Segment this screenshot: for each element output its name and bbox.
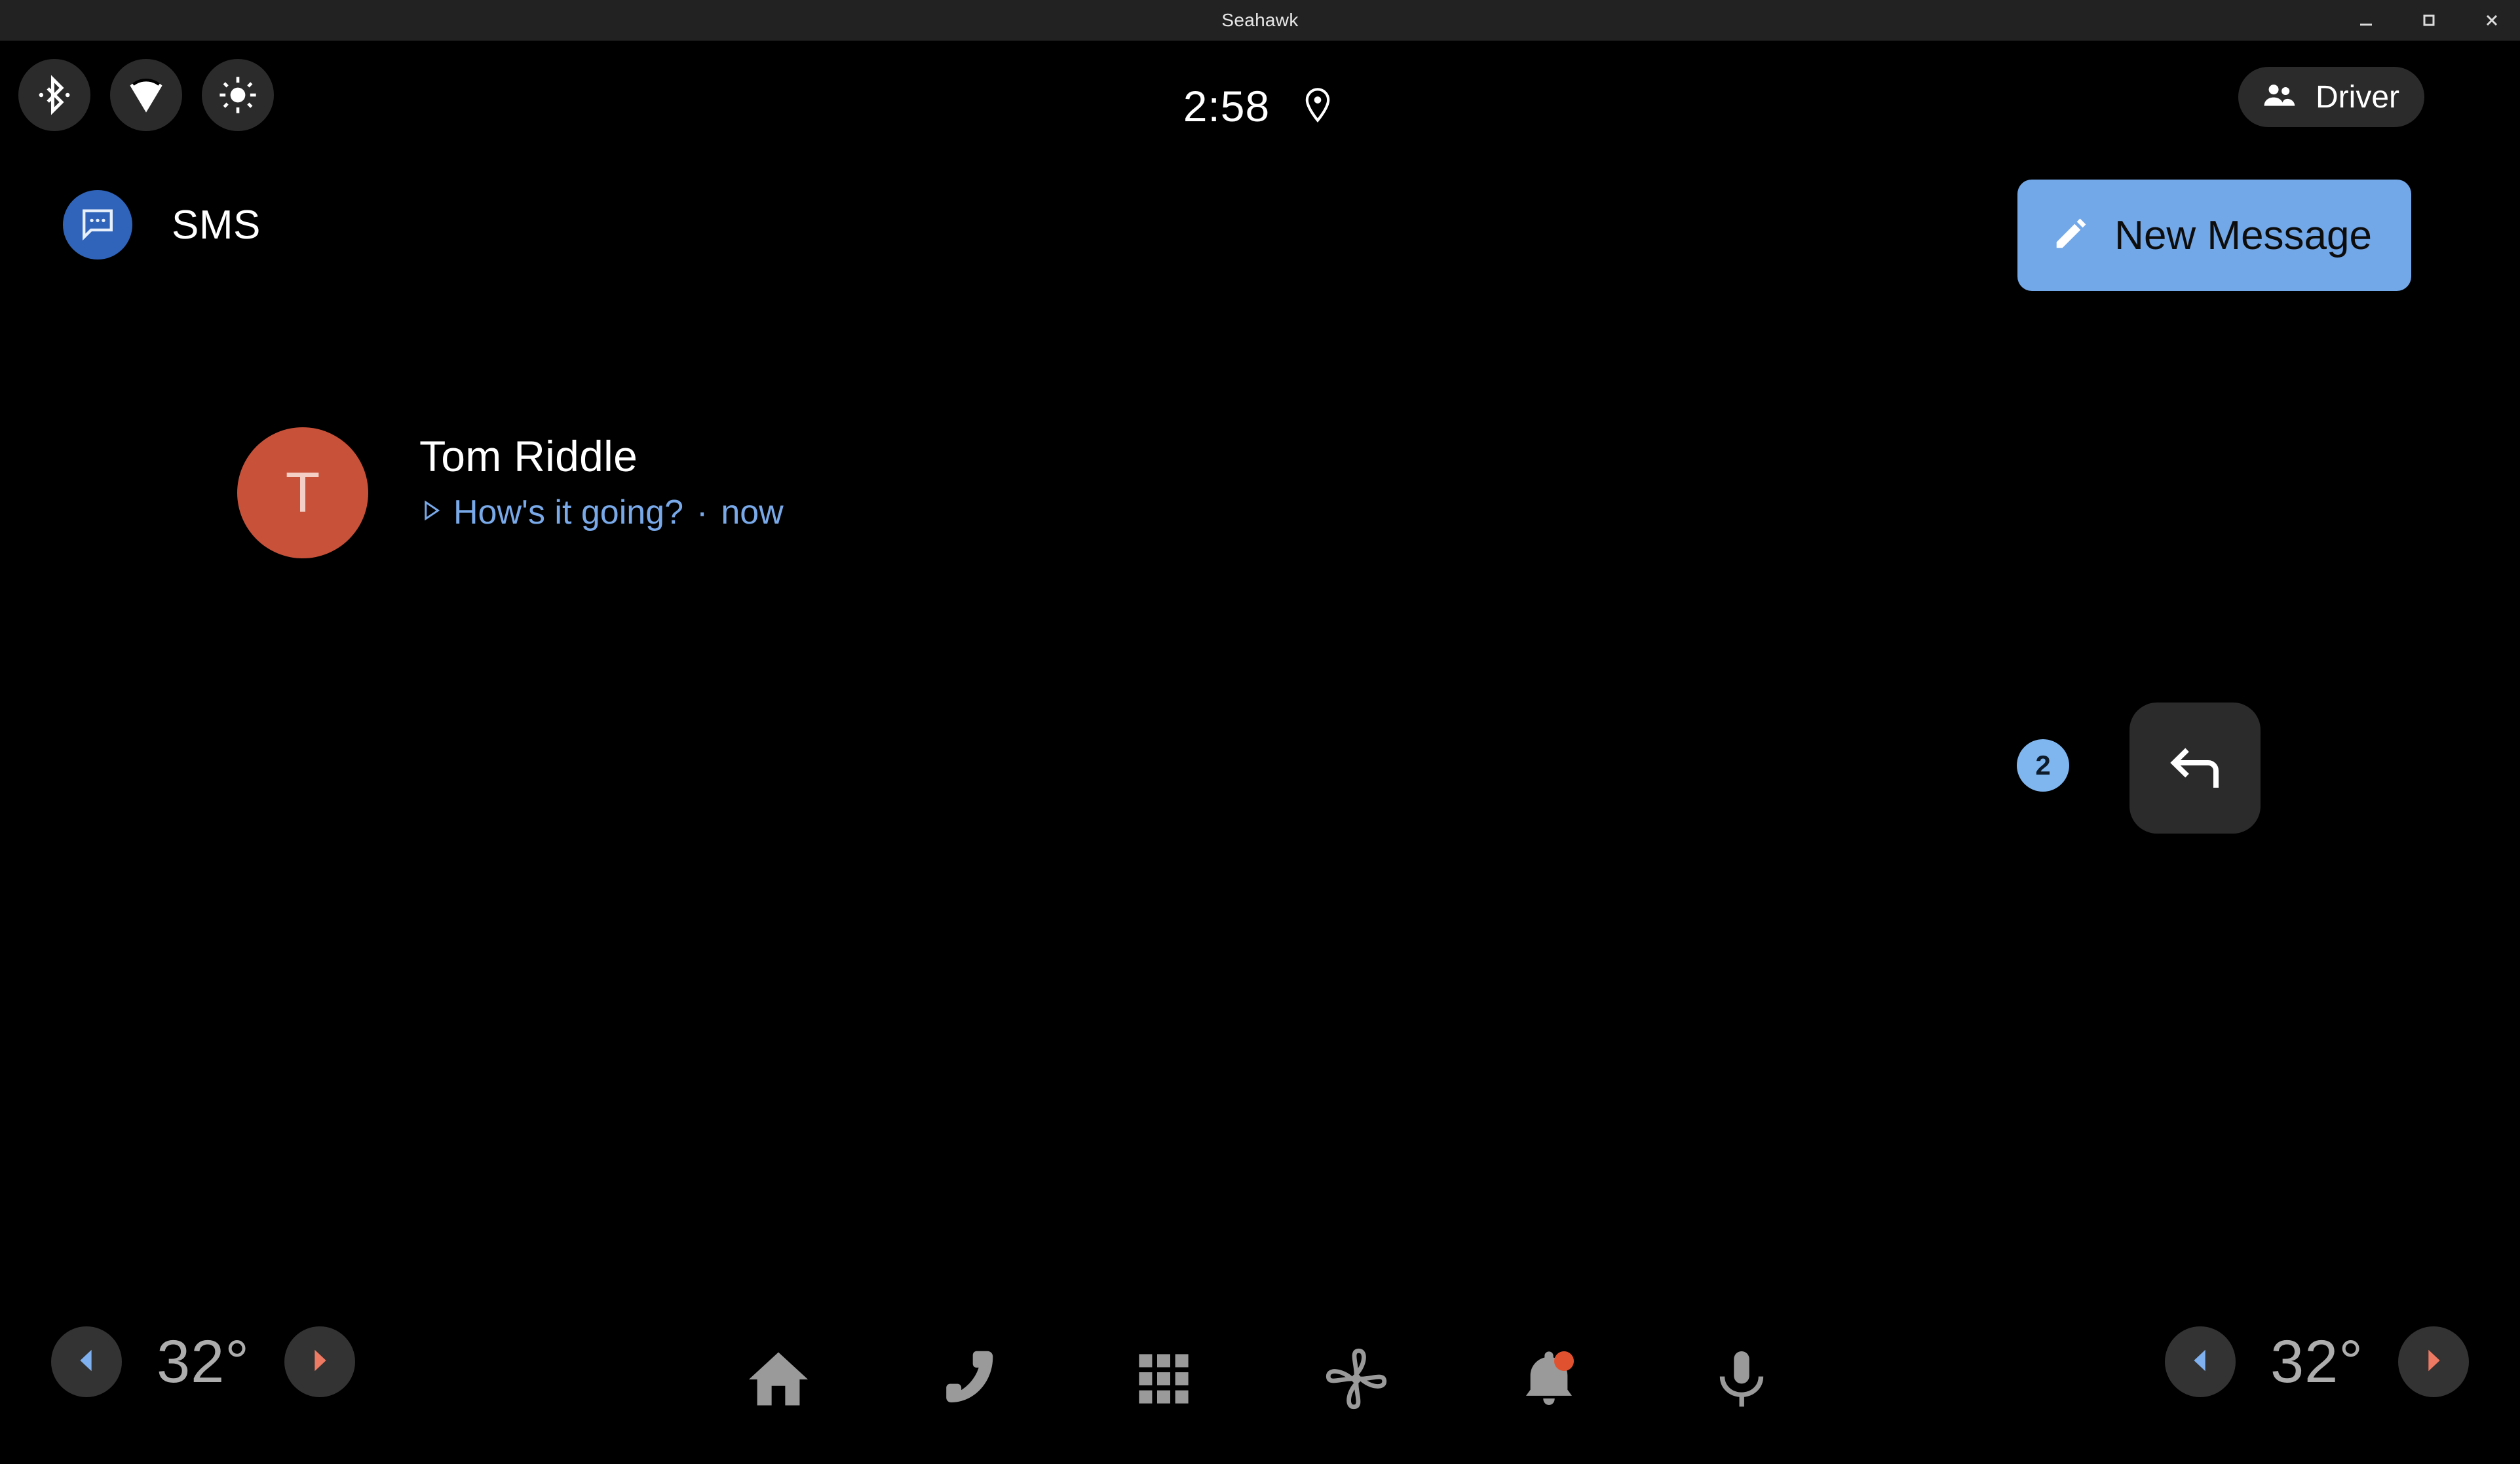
people-icon xyxy=(2261,77,2299,118)
pencil-icon xyxy=(2052,215,2090,256)
avatar-initial: T xyxy=(285,461,320,524)
app-identity: SMS xyxy=(63,190,261,260)
home-button[interactable] xyxy=(739,1339,818,1418)
clock-group: 2:58 xyxy=(0,41,2520,172)
assistant-button[interactable] xyxy=(1702,1339,1781,1418)
new-message-button[interactable]: New Message xyxy=(2017,180,2411,291)
message-timestamp: now xyxy=(721,493,784,531)
minimize-button[interactable] xyxy=(2355,9,2377,31)
nav-icon-group xyxy=(0,1294,2520,1464)
subtitle-separator: · xyxy=(697,493,708,531)
conversation-row[interactable]: T Tom Riddle How's it going? · now xyxy=(0,414,2520,571)
message-preview: How's it going? xyxy=(453,493,683,531)
fan-icon xyxy=(1321,1343,1392,1414)
notification-badge-dot xyxy=(1554,1351,1574,1371)
conversation-text: Tom Riddle How's it going? · now xyxy=(419,432,784,532)
unread-count-badge: 2 xyxy=(2017,739,2069,792)
location-pin-icon xyxy=(1299,86,1337,127)
home-icon xyxy=(743,1343,814,1414)
conversation-list: T Tom Riddle How's it going? · now 2 xyxy=(0,296,2520,1233)
temperature-value-right: 32° xyxy=(2270,1328,2364,1395)
notifications-button[interactable] xyxy=(1510,1339,1588,1418)
clock: 2:58 xyxy=(1183,82,1270,130)
contact-name: Tom Riddle xyxy=(419,432,638,480)
window-title: Seahawk xyxy=(1221,10,1299,30)
phone-icon xyxy=(936,1343,1006,1414)
app-icon-circle xyxy=(63,190,132,260)
climate-control-right: 32° xyxy=(2165,1326,2469,1397)
maximize-button[interactable] xyxy=(2418,9,2440,31)
avatar: T xyxy=(237,427,368,558)
car-ui-root: 2:58 Driver SMS New Message T Tom Riddle… xyxy=(0,41,2520,1464)
unread-count-label: 2 xyxy=(2035,750,2051,780)
microphone-icon xyxy=(1708,1345,1776,1413)
phone-button[interactable] xyxy=(932,1339,1010,1418)
apps-button[interactable] xyxy=(1124,1339,1203,1418)
triangle-right-icon xyxy=(2418,1345,2449,1379)
apps-grid-icon xyxy=(1132,1347,1195,1410)
driver-profile-button[interactable]: Driver xyxy=(2238,67,2424,127)
driver-profile-label: Driver xyxy=(2316,79,2399,115)
bottom-nav-bar: 32° 32° xyxy=(0,1294,2520,1464)
status-bar: 2:58 Driver xyxy=(0,41,2520,172)
reply-button[interactable] xyxy=(2129,703,2261,834)
close-button[interactable] xyxy=(2481,9,2503,31)
app-title: SMS xyxy=(172,202,261,248)
app-header: SMS New Message xyxy=(0,172,2520,296)
message-bubble-icon xyxy=(79,204,117,246)
reply-arrow-icon xyxy=(2164,735,2226,801)
window-controls xyxy=(2355,0,2503,41)
temp-increase-button-right[interactable] xyxy=(2398,1326,2469,1397)
play-triangle-icon xyxy=(419,499,443,526)
window-titlebar: Seahawk xyxy=(0,0,2520,41)
climate-button[interactable] xyxy=(1317,1339,1396,1418)
triangle-left-icon xyxy=(2185,1345,2215,1379)
temp-decrease-button-right[interactable] xyxy=(2165,1326,2236,1397)
new-message-label: New Message xyxy=(2114,212,2372,258)
conversation-subtitle: How's it going? · now xyxy=(419,493,784,532)
